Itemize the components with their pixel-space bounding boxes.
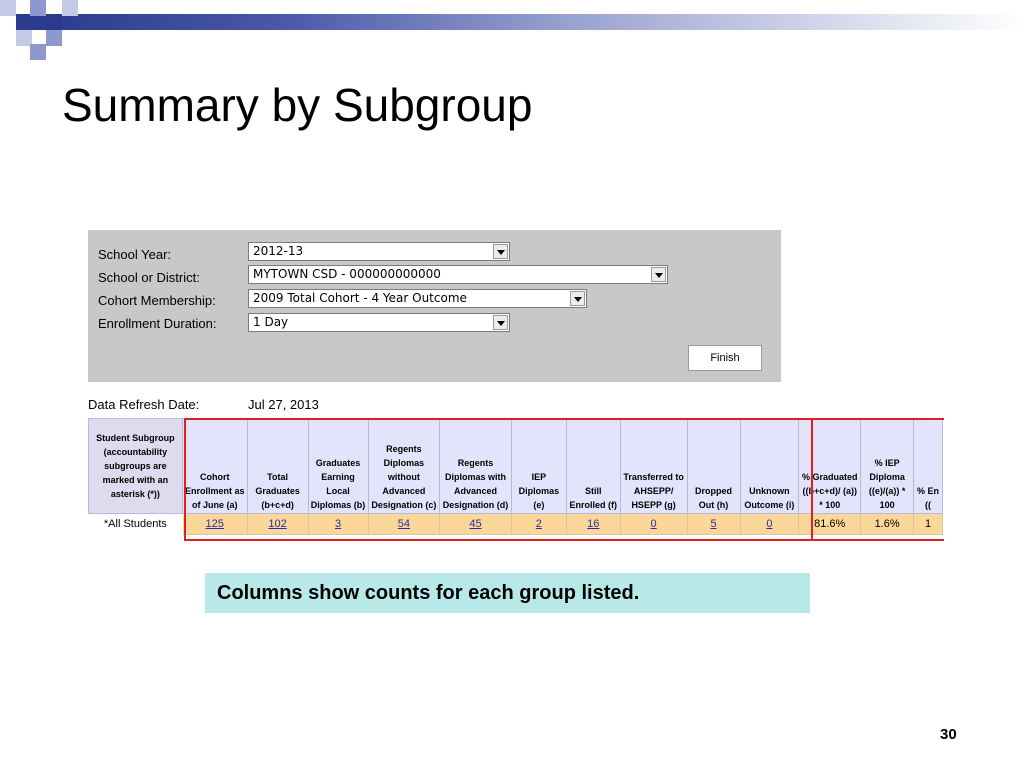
subgroup-summary-table-wrapper: Student Subgroup (accountability subgrou… — [88, 418, 943, 543]
highlight-frame-divider — [811, 418, 813, 541]
column-header: Graduates Earning Local Diplomas (b) — [307, 418, 369, 514]
column-header: Cohort Enrollment as of June (a) — [181, 418, 248, 514]
table-row: *All Students 125 102 3 54 45 2 16 0 5 0… — [88, 513, 943, 535]
column-header-subgroup: Student Subgroup (accountability subgrou… — [88, 418, 183, 514]
school-year-select[interactable]: 2012-13 — [248, 242, 510, 261]
table-cell: 1.6% — [860, 513, 915, 535]
school-district-value: MYTOWN CSD - 000000000000 — [253, 267, 441, 281]
school-year-label: School Year: — [98, 247, 172, 262]
table-cell: 54 — [367, 513, 441, 535]
header-gradient-bar — [30, 14, 1024, 30]
table-cell: 3 — [307, 513, 369, 535]
table-cell: 0 — [739, 513, 800, 535]
column-header: Regents Diplomas without Advanced Design… — [367, 418, 441, 514]
enrollment-duration-label: Enrollment Duration: — [98, 316, 217, 331]
cohort-membership-label: Cohort Membership: — [98, 293, 216, 308]
decor-square — [16, 14, 32, 30]
decor-square — [30, 44, 46, 60]
column-header: % En (( — [913, 418, 943, 514]
school-district-label: School or District: — [98, 270, 200, 285]
table-cell: 102 — [246, 513, 309, 535]
column-header: % Graduated ((b+c+d)/ (a)) * 100 — [798, 418, 862, 514]
table-cell: 81.6% — [798, 513, 862, 535]
count-link[interactable]: 54 — [398, 518, 410, 530]
chevron-down-icon[interactable] — [651, 267, 666, 282]
data-refresh-value: Jul 27, 2013 — [248, 397, 319, 412]
column-header: Dropped Out (h) — [686, 418, 741, 514]
chevron-down-icon[interactable] — [570, 291, 585, 306]
count-link[interactable]: 0 — [766, 518, 772, 530]
cohort-membership-select[interactable]: 2009 Total Cohort - 4 Year Outcome — [248, 289, 587, 308]
table-cell: 16 — [565, 513, 621, 535]
count-link[interactable]: 16 — [587, 518, 599, 530]
school-year-value: 2012-13 — [253, 244, 304, 258]
school-district-select[interactable]: MYTOWN CSD - 000000000000 — [248, 265, 668, 284]
column-header: Regents Diplomas with Advanced Designati… — [439, 418, 512, 514]
table-cell: 45 — [439, 513, 512, 535]
page-number: 30 — [940, 726, 957, 743]
column-header: Still Enrolled (f) — [565, 418, 621, 514]
slide-header-decoration — [0, 0, 1024, 62]
data-refresh-label: Data Refresh Date: — [88, 397, 200, 412]
table-cell: 1 — [913, 513, 943, 535]
column-header: IEP Diplomas (e) — [510, 418, 567, 514]
count-link[interactable]: 125 — [206, 518, 224, 530]
count-link[interactable]: 102 — [268, 518, 286, 530]
count-link[interactable]: 3 — [335, 518, 341, 530]
decor-square — [30, 0, 46, 16]
table-header-row: Student Subgroup (accountability subgrou… — [88, 418, 943, 514]
decor-square — [46, 14, 62, 30]
subgroup-summary-table: Student Subgroup (accountability subgrou… — [88, 418, 943, 535]
column-header: Transferred to AHSEPP/ HSEPP (g) — [619, 418, 688, 514]
finish-button[interactable]: Finish — [688, 345, 762, 371]
enrollment-duration-value: 1 Day — [253, 315, 289, 329]
decor-square — [0, 0, 16, 16]
report-filter-panel: School Year: 2012-13 School or District:… — [88, 230, 781, 382]
column-header: % IEP Diploma ((e)/(a)) * 100 — [860, 418, 915, 514]
chevron-down-icon[interactable] — [493, 315, 508, 330]
page-title: Summary by Subgroup — [62, 79, 533, 131]
count-link[interactable]: 5 — [710, 518, 716, 530]
count-link[interactable]: 0 — [651, 518, 657, 530]
column-header: Total Graduates (b+c+d) — [246, 418, 309, 514]
column-header: Unknown Outcome (i) — [739, 418, 800, 514]
subgroup-cell: *All Students — [88, 513, 183, 535]
count-link[interactable]: 2 — [536, 518, 542, 530]
slide-caption: Columns show counts for each group liste… — [205, 573, 810, 613]
cohort-membership-value: 2009 Total Cohort - 4 Year Outcome — [253, 291, 467, 305]
chevron-down-icon[interactable] — [493, 244, 508, 259]
count-link[interactable]: 45 — [469, 518, 481, 530]
decor-square — [62, 0, 78, 16]
table-cell: 5 — [686, 513, 741, 535]
decor-square — [46, 30, 62, 46]
table-cell: 125 — [181, 513, 248, 535]
table-cell: 0 — [619, 513, 688, 535]
enrollment-duration-select[interactable]: 1 Day — [248, 313, 510, 332]
table-cell: 2 — [510, 513, 567, 535]
